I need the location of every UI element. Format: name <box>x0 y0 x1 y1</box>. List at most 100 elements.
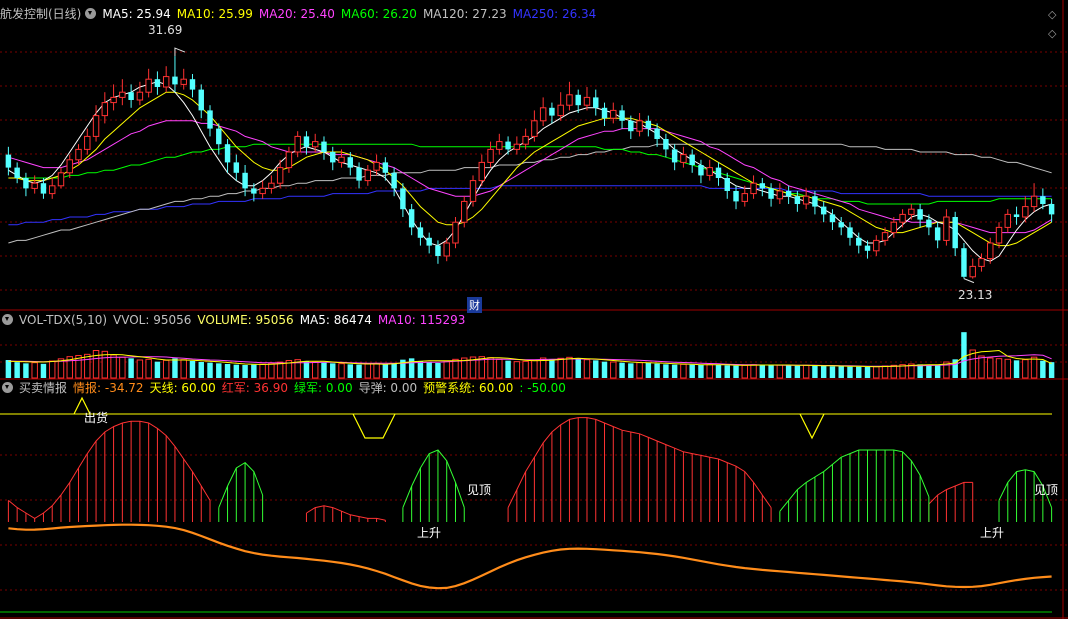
candle-up <box>66 159 73 174</box>
volume-bar-down <box>759 365 766 378</box>
volume-bar-down <box>619 362 625 378</box>
candle-up <box>969 265 976 278</box>
candle-down <box>785 191 792 197</box>
volume-bar-up <box>84 353 91 379</box>
candle-down <box>768 188 774 199</box>
volume-bar-down <box>733 365 739 378</box>
candle-down <box>575 94 581 106</box>
candle-up <box>583 96 591 106</box>
candle-down <box>934 227 941 241</box>
volume-title[interactable]: VOL-TDX(5,10) <box>19 313 107 327</box>
header-value: MA10: 115293 <box>377 313 466 327</box>
volume-bar-down <box>382 364 389 378</box>
volume-bar-up <box>373 362 380 379</box>
volume-bar-down <box>233 364 240 378</box>
finance-marker[interactable]: 财 <box>467 297 482 313</box>
volume-bar-down <box>216 363 222 378</box>
ma20-line <box>8 120 1052 234</box>
volume-bar-down <box>645 363 652 378</box>
candle-down <box>233 162 240 173</box>
candle-up <box>978 258 985 267</box>
volume-bar-up <box>487 357 494 379</box>
volume-bar-down <box>14 362 20 378</box>
candle-down <box>1040 196 1046 204</box>
indicator-title[interactable]: 买卖情报 <box>19 381 67 395</box>
dropdown-icon[interactable] <box>2 382 13 393</box>
volume-bar-down <box>856 366 862 378</box>
candle-up <box>268 182 275 189</box>
candle-up <box>636 120 643 132</box>
candle-down <box>812 196 818 207</box>
volume-bar-down <box>724 365 730 378</box>
candle-up <box>48 185 56 195</box>
volume-bar-down <box>698 365 704 378</box>
volume-bar-up <box>890 364 898 379</box>
header-value: VVOL: 95056 <box>113 313 192 327</box>
candle-down <box>216 128 222 145</box>
candle-up <box>452 221 459 244</box>
candle-down <box>207 110 213 129</box>
candle-up <box>364 169 372 182</box>
header-value: MA5: 86474 <box>299 313 372 327</box>
candle-down <box>952 217 958 249</box>
volume-bar-up <box>31 362 38 379</box>
candle-down <box>689 154 695 165</box>
volume-bar-down <box>847 366 853 378</box>
header-value: : -50.00 <box>519 381 566 395</box>
volume-bar-up <box>162 359 170 379</box>
volume-bar-down <box>321 362 327 378</box>
candle-up <box>680 154 687 163</box>
header-value: MA5: 25.94 <box>102 7 171 21</box>
volume-bar-up <box>706 364 713 379</box>
volume-bar-up <box>583 359 591 379</box>
volume-bar-down <box>207 362 213 378</box>
candle-down <box>154 79 161 87</box>
candle-up <box>136 91 144 101</box>
header-value: 天线: 60.00 <box>149 381 216 395</box>
candle-up <box>110 96 117 104</box>
red-army-bar-outline <box>928 481 973 505</box>
volume-bar-up <box>110 354 117 379</box>
diamond-icon[interactable]: ◇ <box>1048 8 1056 21</box>
candle-up <box>539 107 547 122</box>
volume-bar-up <box>364 363 372 379</box>
candle-down <box>321 141 327 152</box>
diamond-icon[interactable]: ◇ <box>1048 27 1056 40</box>
stock-title[interactable]: 航发控制(日线) <box>0 7 81 21</box>
candle-up <box>84 135 91 150</box>
volume-bar-up <box>443 361 450 379</box>
red-army-bar-outline <box>8 420 211 519</box>
candle-up <box>478 161 486 182</box>
header-value: MA20: 25.40 <box>258 7 335 21</box>
candle-up <box>557 104 564 117</box>
indicator-header: 买卖情报 情报: -34.72 天线: 60.00 红军: 36.90 绿军: 0.00… <box>0 380 578 396</box>
volume-bar-down <box>785 365 792 378</box>
volume-bar-up <box>180 359 187 379</box>
dropdown-icon[interactable] <box>85 8 97 19</box>
volume-bar-down <box>549 359 555 378</box>
candle-up <box>461 200 468 223</box>
volume-bar-down <box>435 363 441 378</box>
volume-bar-down <box>689 364 695 378</box>
alert-dip <box>352 413 396 439</box>
volume-bar-up <box>119 356 126 379</box>
chuhuo-label: 出货 <box>84 411 109 425</box>
red-army-bar-outline <box>306 505 386 521</box>
candle-down <box>400 188 406 210</box>
candle-up <box>899 213 906 223</box>
candle-up <box>373 161 380 171</box>
volume-bar-up <box>1030 356 1038 379</box>
candle-up <box>1022 206 1029 218</box>
candle-up <box>776 190 784 200</box>
candle-up <box>469 180 477 202</box>
volume-bar-down <box>601 361 608 378</box>
candle-down <box>864 245 871 251</box>
candle-down <box>408 209 415 228</box>
candle-down <box>435 245 441 256</box>
dropdown-icon[interactable] <box>2 314 13 325</box>
candle-up <box>180 78 187 85</box>
volume-bar-up <box>136 359 144 379</box>
candle-down <box>417 227 424 238</box>
volume-bar-down <box>128 358 134 378</box>
green-army-bar-outline <box>218 461 264 508</box>
